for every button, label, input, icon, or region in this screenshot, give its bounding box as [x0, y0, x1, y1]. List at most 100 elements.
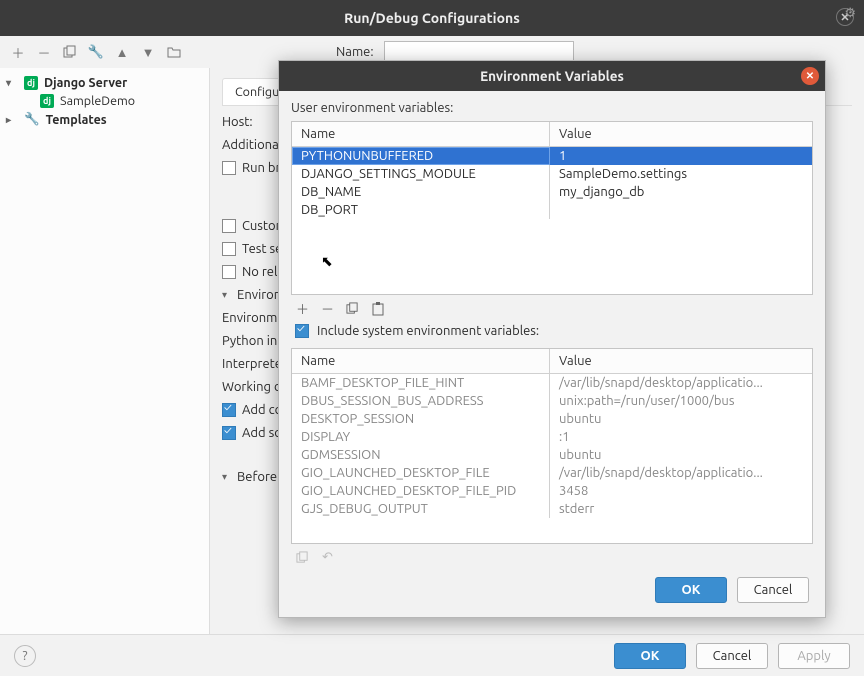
table-header: Name Value	[292, 349, 812, 374]
tree-templates[interactable]: ▸ 🔧 Templates	[0, 110, 209, 129]
button-label: Cancel	[754, 583, 793, 597]
var-name-cell: BAMF_DESKTOP_FILE_HINT	[292, 374, 550, 392]
tree-label: Templates	[46, 113, 107, 127]
user-vars-toolbar: ＋ －	[291, 295, 813, 318]
modal-titlebar: Environment Variables ✕	[279, 61, 825, 91]
modal-ok-button[interactable]: OK	[655, 577, 727, 603]
var-value-cell[interactable]: 1	[550, 147, 812, 165]
run-browser-checkbox[interactable]	[222, 161, 236, 175]
up-icon[interactable]: ▲	[114, 44, 130, 60]
chevron-down-icon[interactable]: ▾	[222, 471, 227, 483]
col-value-header[interactable]: Value	[550, 122, 812, 146]
folder-icon[interactable]	[166, 44, 182, 60]
user-vars-label: User environment variables:	[291, 101, 813, 115]
var-name-cell: GDMSESSION	[292, 446, 550, 464]
table-row[interactable]: DB_NAMEmy_django_db	[292, 183, 812, 201]
table-row[interactable]: GJS_DEBUG_OUTPUTstderr	[292, 500, 812, 518]
test-server-checkbox[interactable]	[222, 242, 236, 256]
table-row[interactable]: GIO_LAUNCHED_DESKTOP_FILE/var/lib/snapd/…	[292, 464, 812, 482]
var-name-cell[interactable]: DB_NAME	[292, 183, 550, 201]
settings-gear-icon[interactable]: ⚙	[844, 6, 856, 21]
copy-icon[interactable]	[345, 301, 360, 316]
var-name-cell: GIO_LAUNCHED_DESKTOP_FILE	[292, 464, 550, 482]
no-reload-checkbox[interactable]	[222, 265, 236, 279]
django-icon: dj	[24, 76, 38, 90]
custom-run-checkbox[interactable]	[222, 219, 236, 233]
var-name-cell[interactable]: DJANGO_SETTINGS_MODULE	[292, 165, 550, 183]
var-name-cell[interactable]: DB_PORT	[292, 201, 550, 219]
system-vars-toolbar: ↶	[291, 544, 813, 567]
button-label: OK	[682, 583, 701, 597]
chevron-down-icon[interactable]: ▾	[222, 289, 227, 301]
undo-icon: ↶	[320, 550, 335, 565]
chevron-right-icon: ▸	[6, 114, 18, 126]
ok-button[interactable]: OK	[614, 643, 686, 669]
var-name-cell: GJS_DEBUG_OUTPUT	[292, 500, 550, 518]
wrench-icon[interactable]: 🔧	[88, 44, 104, 60]
host-label: Host:	[222, 115, 253, 129]
dialog-buttons: ? OK Cancel Apply	[0, 634, 864, 676]
wrench-icon: 🔧	[24, 112, 40, 127]
var-name-cell: DESKTOP_SESSION	[292, 410, 550, 428]
table-row[interactable]: DESKTOP_SESSIONubuntu	[292, 410, 812, 428]
help-button[interactable]: ?	[14, 645, 36, 667]
modal-close-icon[interactable]: ✕	[801, 67, 819, 85]
var-value-cell: ubuntu	[550, 410, 812, 428]
var-name-cell: GIO_LAUNCHED_DESKTOP_FILE_PID	[292, 482, 550, 500]
var-value-cell[interactable]: my_django_db	[550, 183, 812, 201]
copy-icon[interactable]	[62, 44, 78, 60]
table-row[interactable]: PYTHONUNBUFFERED1	[292, 147, 812, 165]
add-content-checkbox[interactable]	[222, 403, 236, 417]
button-label: OK	[641, 649, 660, 663]
table-header: Name Value	[292, 122, 812, 147]
add-source-checkbox[interactable]	[222, 426, 236, 440]
var-name-cell: DBUS_SESSION_BUS_ADDRESS	[292, 392, 550, 410]
tree-label: SampleDemo	[60, 94, 135, 108]
col-value-header[interactable]: Value	[550, 349, 812, 373]
tree-django-server[interactable]: ▾ dj Django Server	[0, 74, 209, 92]
var-value-cell[interactable]: SampleDemo.settings	[550, 165, 812, 183]
remove-icon[interactable]: －	[36, 44, 52, 60]
table-row[interactable]: DBUS_SESSION_BUS_ADDRESSunix:path=/run/u…	[292, 392, 812, 410]
name-label: Name:	[336, 45, 374, 59]
var-value-cell: unix:path=/run/user/1000/bus	[550, 392, 812, 410]
tree-sampledemo[interactable]: dj SampleDemo	[0, 92, 209, 110]
col-name-header[interactable]: Name	[292, 122, 550, 146]
paste-icon[interactable]	[370, 301, 385, 316]
table-row[interactable]: DB_PORT	[292, 201, 812, 219]
var-value-cell: 3458	[550, 482, 812, 500]
table-row[interactable]: DISPLAY:1	[292, 428, 812, 446]
remove-icon[interactable]: －	[320, 301, 335, 316]
add-icon[interactable]: ＋	[10, 44, 26, 60]
var-value-cell: stderr	[550, 500, 812, 518]
var-name-cell[interactable]: PYTHONUNBUFFERED	[292, 147, 550, 165]
user-vars-table[interactable]: Name Value PYTHONUNBUFFERED1DJANGO_SETTI…	[291, 121, 813, 295]
var-value-cell: :1	[550, 428, 812, 446]
modal-cancel-button[interactable]: Cancel	[737, 577, 809, 603]
include-system-checkbox[interactable]	[295, 324, 309, 338]
var-value-cell[interactable]	[550, 201, 812, 219]
apply-button[interactable]: Apply	[778, 643, 850, 669]
var-name-cell: DISPLAY	[292, 428, 550, 446]
system-vars-table[interactable]: Name Value BAMF_DESKTOP_FILE_HINT/var/li…	[291, 348, 813, 544]
table-row[interactable]: DJANGO_SETTINGS_MODULESampleDemo.setting…	[292, 165, 812, 183]
button-label: Cancel	[713, 649, 752, 663]
include-system-label: Include system environment variables:	[317, 324, 539, 338]
col-name-header[interactable]: Name	[292, 349, 550, 373]
env-vars-dialog: Environment Variables ✕ User environment…	[278, 60, 826, 618]
table-row[interactable]: GIO_LAUNCHED_DESKTOP_FILE_PID3458	[292, 482, 812, 500]
cancel-button[interactable]: Cancel	[696, 643, 768, 669]
table-row[interactable]: GDMSESSIONubuntu	[292, 446, 812, 464]
window-title: Run/Debug Configurations	[344, 10, 520, 26]
django-icon: dj	[40, 94, 54, 108]
down-icon[interactable]: ▼	[140, 44, 156, 60]
var-value-cell: /var/lib/snapd/desktop/applicatio...	[550, 374, 812, 392]
window-titlebar: Run/Debug Configurations ✕	[0, 0, 864, 36]
var-value-cell: /var/lib/snapd/desktop/applicatio...	[550, 464, 812, 482]
modal-title: Environment Variables	[480, 68, 624, 84]
copy-icon	[295, 550, 310, 565]
chevron-down-icon: ▾	[6, 77, 18, 89]
table-row[interactable]: BAMF_DESKTOP_FILE_HINT/var/lib/snapd/des…	[292, 374, 812, 392]
var-value-cell: ubuntu	[550, 446, 812, 464]
add-icon[interactable]: ＋	[295, 301, 310, 316]
